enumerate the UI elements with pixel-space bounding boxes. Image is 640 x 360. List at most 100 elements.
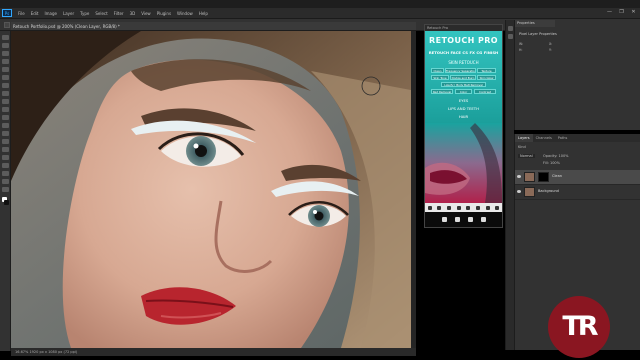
nav-face[interactable]: FACE	[451, 50, 461, 55]
menu-layer[interactable]: Layer	[60, 11, 77, 16]
menu-window[interactable]: Window	[174, 11, 196, 16]
clean-button[interactable]: Clean	[431, 68, 444, 73]
collapsed-panels-strip	[505, 20, 514, 350]
eraser-tool-icon[interactable]	[2, 115, 9, 120]
menu-select[interactable]: Select	[92, 11, 110, 16]
plugin-social-links	[425, 212, 502, 227]
history-panel-icon[interactable]	[508, 26, 513, 31]
contrast-button[interactable]: Contrast	[474, 89, 496, 94]
lasso-tool-icon[interactable]	[2, 51, 9, 56]
lips-teeth-section[interactable]: LIPS AND TEETH	[425, 106, 502, 112]
frequency-separation-button[interactable]: Frequency Separation	[445, 68, 476, 73]
path-select-tool-icon[interactable]	[2, 163, 9, 168]
eyes-section[interactable]: EYES	[425, 98, 502, 104]
layer-opacity[interactable]: Opacity: 100%	[543, 154, 569, 158]
document-tab[interactable]: Retouch Portfolio.psd @ 200% (Clean Laye…	[11, 22, 416, 31]
clone-stamp-tool-icon[interactable]	[2, 99, 9, 104]
brush-tool-icon[interactable]	[2, 91, 9, 96]
gradient-tool-icon[interactable]	[2, 123, 9, 128]
history-brush-tool-icon[interactable]	[2, 107, 9, 112]
red-removal-button[interactable]: Red Removal	[431, 89, 453, 94]
layer-name[interactable]: Clean	[552, 174, 562, 178]
liquify-button[interactable]: Liquify | Body Belt Removal	[441, 82, 486, 87]
nav-cs[interactable]: CS	[462, 50, 468, 55]
tab-layers[interactable]: Layers	[515, 134, 533, 142]
skin-tone-button[interactable]: Skin Tone	[431, 75, 449, 80]
youtube-icon[interactable]	[454, 217, 460, 222]
status-bar: 16.67% 1920 px x 1080 px (72 ppi)	[11, 348, 416, 356]
hair-section[interactable]: HAIR	[425, 114, 502, 120]
portrait-photo	[11, 31, 416, 348]
mask-icon[interactable]	[466, 205, 471, 210]
marquee-tool-icon[interactable]	[2, 43, 9, 48]
layers-panel-tabs: Layers Channels Paths	[515, 134, 640, 142]
canvas-scrollbar[interactable]	[411, 31, 416, 348]
shape-tool-icon[interactable]	[2, 171, 9, 176]
merge-icon[interactable]	[475, 205, 480, 210]
layer-name[interactable]: Background	[538, 189, 559, 193]
adjustments-panel-icon[interactable]	[508, 34, 513, 39]
nav-cg[interactable]: CG	[476, 50, 482, 55]
pen-tool-icon[interactable]	[2, 147, 9, 152]
properties-tab[interactable]: Properties	[515, 20, 555, 27]
properties-layer-type: Pixel Layer Properties	[519, 32, 557, 36]
minimize-icon[interactable]: —	[607, 10, 612, 15]
menu-type[interactable]: Type	[77, 11, 92, 16]
home-icon[interactable]	[4, 21, 10, 28]
layer-fill[interactable]: Fill: 100%	[543, 161, 560, 165]
tab-paths[interactable]: Paths	[555, 134, 571, 142]
menu-help[interactable]: Help	[196, 11, 211, 16]
healing-brush-tool-icon[interactable]	[2, 83, 9, 88]
blur-tool-icon[interactable]	[2, 131, 9, 136]
menu-plugins[interactable]: Plugins	[154, 11, 174, 16]
crop-tool-icon[interactable]	[2, 67, 9, 72]
dodge-tool-icon[interactable]	[2, 139, 9, 144]
facebook-icon[interactable]	[467, 217, 473, 222]
eyedropper-tool-icon[interactable]	[2, 75, 9, 80]
blend-mode-select[interactable]: Normal	[518, 154, 535, 158]
skin-glow-button[interactable]: Skin Glow	[477, 75, 496, 80]
visibility-eye-icon[interactable]	[517, 190, 521, 193]
menu-3d[interactable]: 3D	[127, 11, 139, 16]
texture-button[interactable]: Texture	[477, 68, 496, 73]
color-button[interactable]: Color	[455, 89, 472, 94]
history-icon[interactable]	[427, 205, 432, 210]
restore-icon[interactable]: ❐	[619, 10, 624, 15]
layer-icon[interactable]	[437, 205, 442, 210]
app-logo: Ps	[2, 9, 12, 17]
brush-icon[interactable]	[447, 205, 452, 210]
plugin-header: RETOUCH PRO RETOUCH FACE CS FX CG FINISH…	[425, 31, 502, 123]
menu-filter[interactable]: Filter	[111, 11, 127, 16]
document-canvas[interactable]	[11, 31, 416, 348]
menu-view[interactable]: View	[138, 11, 154, 16]
kind-filter[interactable]: Kind	[518, 145, 526, 149]
flatten-icon[interactable]	[485, 205, 490, 210]
layer-row[interactable]: Clean	[515, 170, 640, 185]
layer-mask-thumbnail[interactable]	[538, 172, 549, 182]
layer-row[interactable]: Background	[515, 185, 640, 200]
menu-edit[interactable]: Edit	[28, 11, 42, 16]
dodge-and-burn-button[interactable]: Dodge and Burn	[450, 75, 476, 80]
nav-finish[interactable]: FINISH	[484, 50, 499, 55]
visibility-eye-icon[interactable]	[517, 175, 521, 178]
delete-icon[interactable]	[495, 205, 500, 210]
menu-file[interactable]: File	[15, 11, 28, 16]
hand-tool-icon[interactable]	[2, 179, 9, 184]
plugin-nav: RETOUCH FACE CS FX CG FINISH	[428, 50, 499, 55]
section-title: SKIN RETOUCH	[448, 60, 479, 65]
type-tool-icon[interactable]	[2, 155, 9, 160]
background-color-swatch[interactable]	[4, 200, 9, 205]
window-controls: — ❐ ✕	[607, 10, 636, 15]
email-icon[interactable]	[441, 217, 447, 222]
nav-retouch[interactable]: RETOUCH	[429, 50, 449, 55]
plugin-logo: RETOUCH PRO	[429, 36, 498, 45]
close-icon[interactable]: ✕	[631, 10, 636, 15]
move-tool-icon[interactable]	[2, 35, 9, 40]
eye-icon[interactable]	[456, 205, 461, 210]
tab-channels[interactable]: Channels	[533, 134, 555, 142]
quick-select-tool-icon[interactable]	[2, 59, 9, 64]
nav-fx[interactable]: FX	[469, 50, 475, 55]
menu-image[interactable]: Image	[41, 11, 60, 16]
instagram-icon[interactable]	[480, 217, 486, 222]
zoom-tool-icon[interactable]	[2, 187, 9, 192]
